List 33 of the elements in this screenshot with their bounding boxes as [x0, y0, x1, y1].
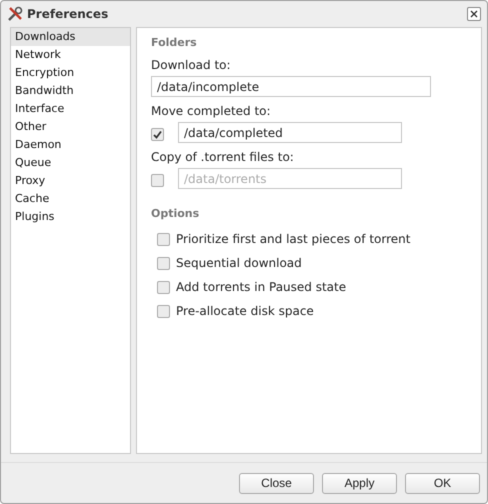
- sidebar-item[interactable]: Bandwidth: [11, 82, 130, 100]
- dialog-button[interactable]: Close: [239, 472, 314, 494]
- dialog-button[interactable]: Apply: [322, 472, 397, 494]
- sidebar-item[interactable]: Cache: [11, 190, 130, 208]
- checkbox[interactable]: [151, 128, 164, 141]
- option-label: Sequential download: [176, 256, 302, 270]
- field-label: Copy of .torrent files to:: [151, 150, 295, 164]
- tools-icon: [7, 6, 23, 22]
- window-title: Preferences: [27, 7, 110, 21]
- sidebar-item[interactable]: Plugins: [11, 208, 130, 226]
- option-label: Prioritize first and last pieces of torrent: [176, 232, 410, 246]
- sidebar-item[interactable]: Other: [11, 118, 130, 136]
- option-label: Pre-allocate disk space: [176, 304, 314, 318]
- checkbox[interactable]: [157, 232, 170, 246]
- field-label: Move completed to:: [151, 104, 272, 118]
- section-heading: Options: [151, 207, 200, 220]
- sidebar-item[interactable]: Interface: [11, 100, 130, 118]
- sidebar-item[interactable]: Downloads: [11, 28, 130, 46]
- option-label: Add torrents in Paused state: [176, 280, 346, 294]
- input-field[interactable]: /data/incomplete: [151, 76, 431, 97]
- checkbox[interactable]: [157, 304, 170, 318]
- checkbox[interactable]: [157, 280, 170, 294]
- section-heading: Folders: [151, 36, 198, 49]
- close-icon[interactable]: [467, 7, 481, 21]
- input-field[interactable]: /data/completed: [178, 122, 402, 143]
- checkbox[interactable]: [157, 256, 170, 270]
- sidebar-item[interactable]: Proxy: [11, 172, 130, 190]
- sidebar-item[interactable]: Queue: [11, 154, 130, 172]
- sidebar-item[interactable]: Daemon: [11, 136, 130, 154]
- sidebar-item[interactable]: Network: [11, 46, 130, 64]
- dialog-button[interactable]: OK: [405, 472, 480, 494]
- sidebar-item[interactable]: Encryption: [11, 64, 130, 82]
- field-label: Download to:: [151, 58, 232, 72]
